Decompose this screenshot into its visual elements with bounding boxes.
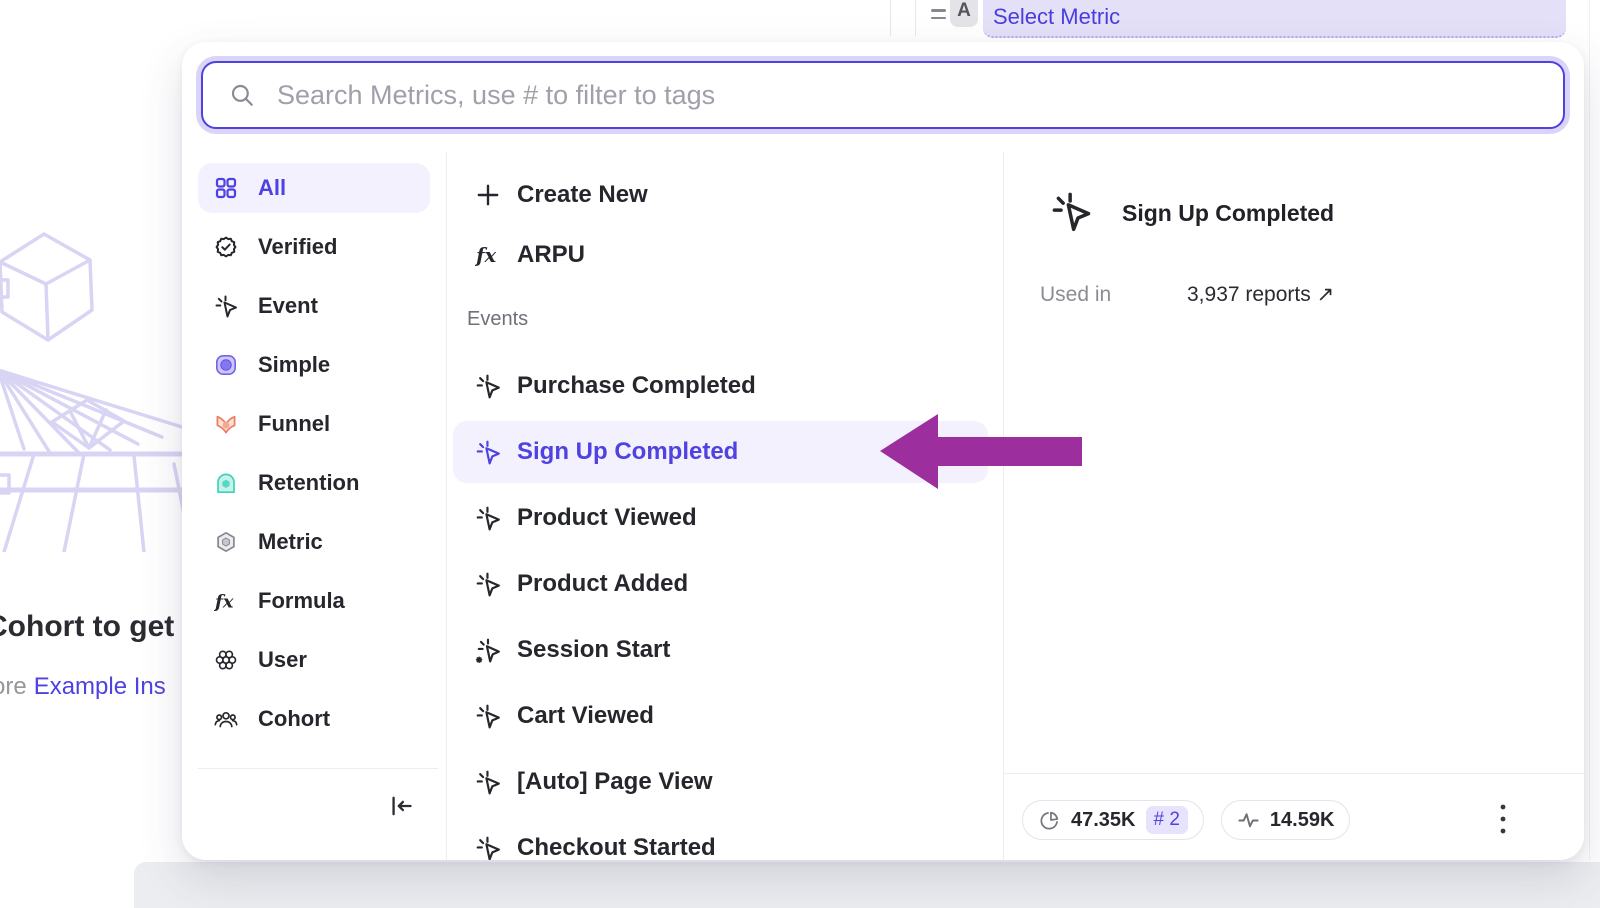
example-link[interactable]: Example Ins — [34, 673, 166, 700]
metric-label: Product Viewed — [517, 504, 697, 532]
panel-border — [890, 0, 891, 36]
metric-label: Product Added — [517, 570, 688, 598]
event-cursor-icon — [475, 505, 501, 531]
sidebar-item-funnel[interactable]: Funnel — [198, 399, 430, 449]
sidebar-item-formula[interactable]: Formula — [198, 576, 430, 626]
event-cursor-icon — [475, 835, 501, 860]
sidebar-item-event[interactable]: Event — [198, 281, 430, 331]
stat-pill-activity[interactable]: 14.59K — [1221, 800, 1351, 840]
stat-rank-chip: # 2 — [1146, 806, 1188, 834]
detail-footer-divider — [1003, 773, 1584, 774]
search-input[interactable] — [275, 79, 1479, 112]
stat-value: 14.59K — [1270, 809, 1335, 832]
stat-pill-chart[interactable]: 47.35K # 2 — [1022, 800, 1204, 840]
metric-hexagon-icon — [214, 530, 238, 554]
sidebar-item-verified[interactable]: Verified — [198, 222, 430, 272]
sidebar-item-label: Cohort — [258, 706, 330, 732]
annotation-arrow — [875, 408, 1087, 493]
more-options-button[interactable] — [1498, 802, 1508, 838]
sidebar-item-label: Retention — [258, 470, 359, 496]
background-heading: Cohort to get s — [0, 610, 199, 644]
user-cluster-icon — [214, 648, 238, 672]
formula-fx-icon — [475, 242, 501, 268]
pie-chart-icon — [1038, 809, 1061, 832]
collapse-panel-button[interactable] — [386, 792, 414, 820]
event-cursor-icon — [1050, 190, 1092, 232]
used-in-reports-link[interactable]: 3,937 reports ↗ — [1187, 282, 1334, 308]
list-item-cart-viewed[interactable]: Cart Viewed — [453, 685, 988, 747]
list-item-checkout-started[interactable]: Checkout Started — [453, 817, 988, 860]
pulse-icon — [1237, 809, 1260, 832]
column-divider — [446, 152, 447, 860]
search-icon — [229, 82, 255, 108]
used-in-label: Used in — [1040, 282, 1111, 308]
detail-stats: 47.35K # 2 14.59K — [1022, 800, 1350, 840]
panel-border — [1589, 0, 1590, 860]
create-new-label: Create New — [517, 181, 648, 209]
sidebar-item-label: User — [258, 647, 307, 673]
simple-icon — [214, 353, 238, 377]
background-subtext: ore Example Ins — [0, 673, 166, 701]
sidebar-item-label: Formula — [258, 588, 345, 614]
search-bar — [201, 61, 1565, 129]
sidebar-item-user[interactable]: User — [198, 635, 430, 685]
event-cursor-icon — [475, 439, 501, 465]
metric-label: Sign Up Completed — [517, 438, 738, 466]
sidebar-item-label: Funnel — [258, 411, 330, 437]
collapse-panel-icon — [386, 792, 414, 820]
list-item-product-viewed[interactable]: Product Viewed — [453, 487, 988, 549]
list-item-product-added[interactable]: Product Added — [453, 553, 988, 615]
events-section-header: Events — [467, 308, 528, 331]
retention-icon — [214, 471, 238, 495]
list-item-auto-page-view[interactable]: [Auto] Page View — [453, 751, 988, 813]
formula-fx-icon — [214, 589, 238, 613]
metric-label: Checkout Started — [517, 834, 716, 860]
metric-slot-badge: A — [950, 0, 978, 27]
event-star-cursor-icon — [475, 637, 501, 663]
event-cursor-icon — [475, 769, 501, 795]
event-cursor-icon — [214, 294, 238, 318]
detail-title: Sign Up Completed — [1122, 198, 1334, 228]
filter-sidebar: All Verified Event Simple Funnel Retenti… — [198, 163, 430, 753]
panel-border — [915, 0, 916, 36]
sidebar-item-retention[interactable]: Retention — [198, 458, 430, 508]
create-new-button[interactable]: Create New — [453, 171, 988, 219]
verified-seal-icon — [214, 235, 238, 259]
event-cursor-icon — [475, 571, 501, 597]
subtext-prefix: ore — [0, 673, 27, 700]
sidebar-divider — [198, 768, 438, 769]
metric-label: Cart Viewed — [517, 702, 654, 730]
sidebar-item-all[interactable]: All — [198, 163, 430, 213]
list-item-session-start[interactable]: Session Start — [453, 619, 988, 681]
stat-value: 47.35K — [1071, 809, 1136, 832]
select-metric-label: Select Metric — [983, 4, 1120, 36]
sidebar-item-label: Simple — [258, 352, 330, 378]
metric-label: Purchase Completed — [517, 372, 756, 400]
sidebar-item-simple[interactable]: Simple — [198, 340, 430, 390]
sidebar-item-label: Event — [258, 293, 318, 319]
search-bar-ring — [196, 56, 1570, 134]
cohort-people-icon — [214, 707, 238, 731]
decorative-wireframe-illustration — [0, 222, 188, 552]
funnel-icon — [214, 412, 238, 436]
grid-icon — [214, 176, 238, 200]
sidebar-item-label: All — [258, 175, 286, 201]
drag-handle-icon[interactable] — [931, 9, 946, 21]
metric-label: [Auto] Page View — [517, 768, 713, 796]
column-divider — [1003, 152, 1004, 860]
metric-label: Session Start — [517, 636, 670, 664]
sidebar-item-metric[interactable]: Metric — [198, 517, 430, 567]
sidebar-item-label: Metric — [258, 529, 323, 555]
kebab-menu-icon — [1498, 802, 1508, 838]
plus-icon — [475, 182, 501, 208]
event-cursor-icon — [475, 373, 501, 399]
sidebar-item-label: Verified — [258, 234, 337, 260]
sidebar-item-cohort[interactable]: Cohort — [198, 694, 430, 744]
select-metric-field[interactable]: Select Metric — [983, 0, 1566, 38]
list-item-arpu[interactable]: ARPU — [453, 231, 988, 279]
page-canvas-strip — [134, 862, 1600, 908]
metric-label: ARPU — [517, 241, 585, 269]
event-cursor-icon — [475, 703, 501, 729]
